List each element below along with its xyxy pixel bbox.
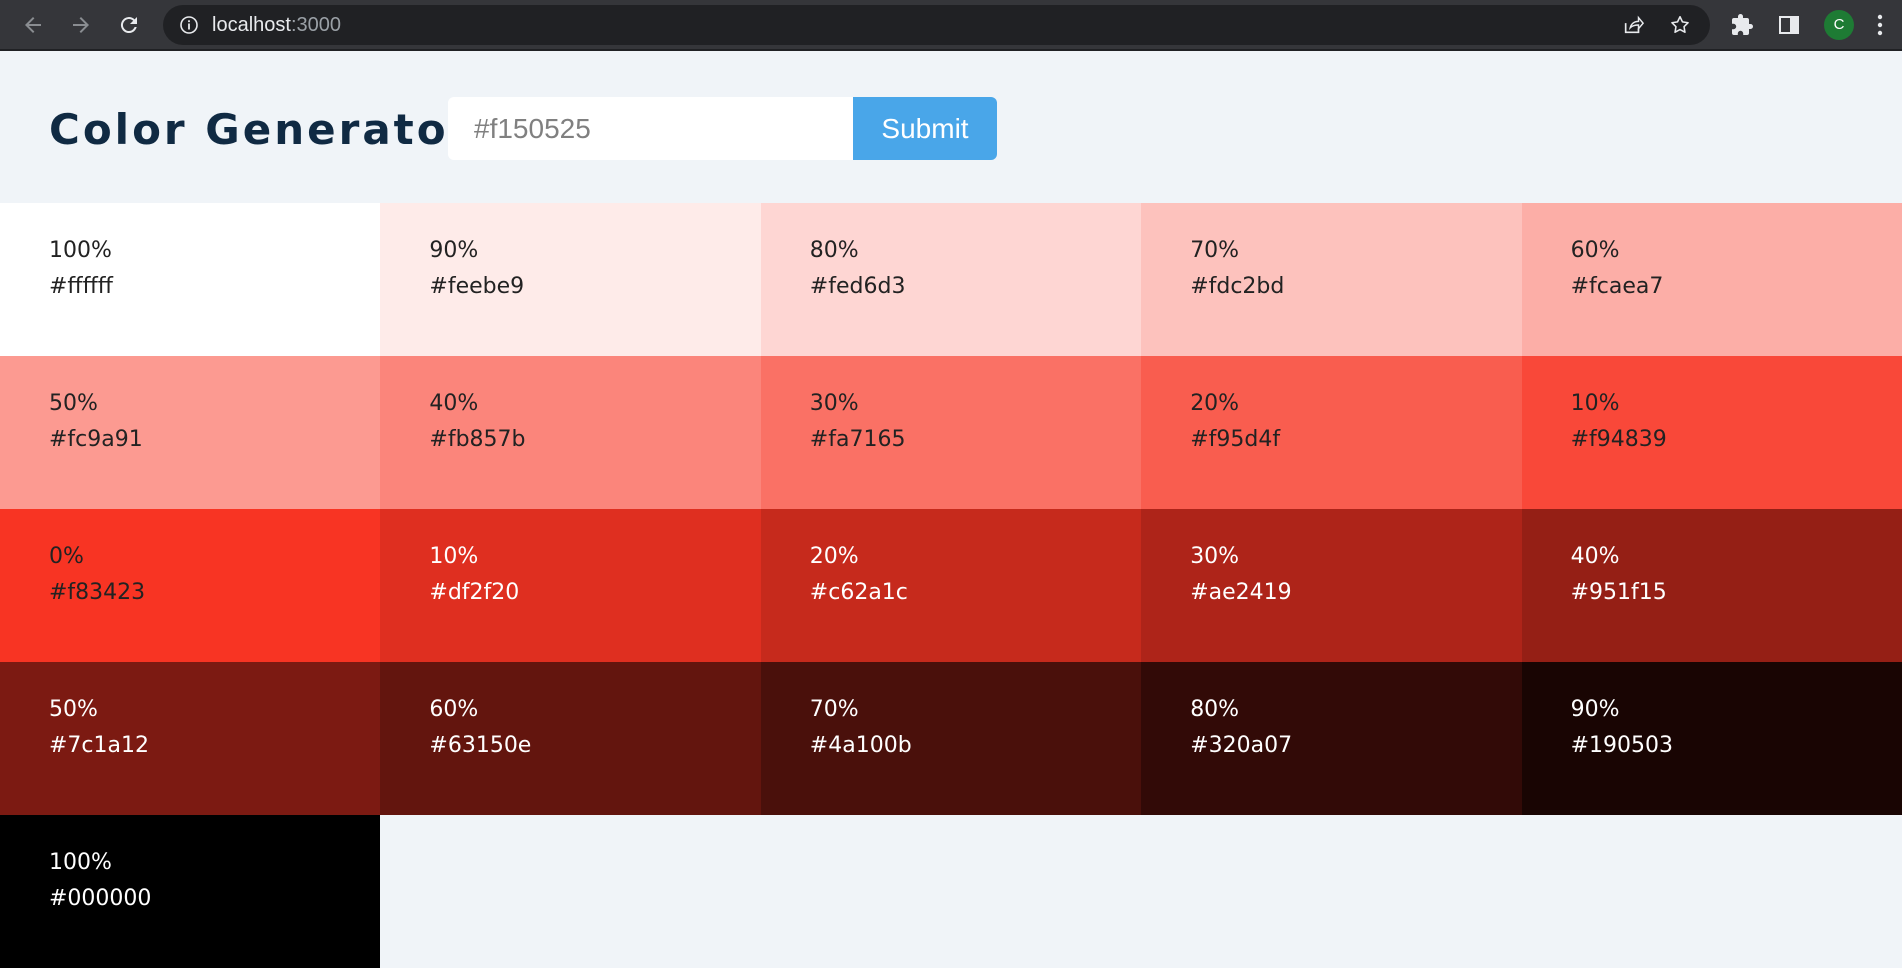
color-swatch[interactable]: 50% #7c1a12	[0, 662, 381, 815]
swatch-hex: #000000	[49, 886, 152, 911]
color-swatch[interactable]: 20% #f95d4f	[1141, 356, 1522, 509]
color-swatch[interactable]: 60% #63150e	[380, 662, 761, 815]
swatch-percent: 20%	[1190, 391, 1240, 416]
swatch-percent: 40%	[1570, 544, 1620, 569]
color-swatch[interactable]: 60% #fcaea7	[1521, 203, 1902, 356]
swatch-hex: #f83423	[49, 580, 146, 605]
swatch-hex: #f94839	[1570, 427, 1667, 452]
profile-avatar[interactable]: C	[1824, 10, 1854, 40]
forward-icon[interactable]	[66, 10, 96, 40]
swatch-hex: #320a07	[1190, 733, 1293, 758]
swatch-percent: 100%	[49, 850, 112, 875]
swatch-hex: #7c1a12	[49, 733, 149, 758]
swatch-percent: 0%	[49, 544, 84, 569]
swatch-hex: #fc9a91	[49, 427, 143, 452]
site-info-icon[interactable]	[177, 13, 201, 37]
address-bar[interactable]: localhost:3000	[163, 5, 1710, 45]
color-swatch[interactable]: 10% #df2f20	[380, 509, 761, 662]
swatch-hex: #fdc2bd	[1190, 274, 1285, 299]
swatch-percent: 50%	[49, 391, 98, 416]
color-swatch[interactable]: 70% #fdc2bd	[1141, 203, 1522, 356]
swatch-percent: 100%	[49, 238, 112, 263]
color-swatch[interactable]: 80% #320a07	[1141, 662, 1522, 815]
swatch-hex: #4a100b	[809, 733, 912, 758]
swatch-percent: 10%	[1570, 391, 1620, 416]
color-swatch[interactable]: 40% #951f15	[1521, 509, 1902, 662]
swatch-percent: 90%	[429, 238, 479, 263]
swatch-percent: 60%	[429, 697, 479, 722]
swatch-hex: #190503	[1570, 733, 1674, 758]
swatch-hex: #fcaea7	[1570, 274, 1664, 299]
swatch-hex: #fb857b	[429, 427, 526, 452]
swatch-percent: 90%	[1570, 697, 1620, 722]
swatch-hex: #df2f20	[429, 580, 520, 605]
swatch-percent: 60%	[1570, 238, 1620, 263]
swatch-hex: #63150e	[429, 733, 532, 758]
color-swatch[interactable]: 10% #f94839	[1521, 356, 1902, 509]
swatch-percent: 50%	[49, 697, 98, 722]
color-swatch-grid: 100% #ffffff 90% #feebe9 80% #fed6d3 70% #fdc2b…	[0, 203, 1902, 968]
color-swatch[interactable]: 90% #feebe9	[380, 203, 761, 356]
color-swatch[interactable]: 30% #fa7165	[760, 356, 1142, 509]
swatch-percent: 70%	[809, 697, 859, 722]
back-icon[interactable]	[18, 10, 48, 40]
swatch-percent: 30%	[809, 391, 859, 416]
share-icon[interactable]	[1621, 13, 1645, 37]
swatch-percent: 30%	[1190, 544, 1240, 569]
color-swatch[interactable]: 50% #fc9a91	[0, 356, 381, 509]
color-swatch[interactable]: 30% #ae2419	[1141, 509, 1522, 662]
color-swatch[interactable]: 20% #c62a1c	[760, 509, 1142, 662]
more-menu-icon[interactable]	[1872, 12, 1888, 38]
swatch-percent: 70%	[1190, 238, 1240, 263]
url-host: localhost	[212, 14, 291, 36]
url-port: :3000	[290, 14, 341, 36]
color-swatch[interactable]: 80% #fed6d3	[760, 203, 1142, 356]
swatch-percent: 40%	[429, 391, 479, 416]
color-swatch[interactable]: 90% #190503	[1521, 662, 1902, 815]
color-swatch[interactable]: 100% #000000	[0, 815, 381, 968]
color-swatch[interactable]: 40% #fb857b	[380, 356, 761, 509]
color-swatch[interactable]: 70% #4a100b	[760, 662, 1142, 815]
color-input[interactable]	[448, 97, 853, 160]
color-swatch[interactable]: 100% #ffffff	[0, 203, 381, 356]
swatch-hex: #feebe9	[429, 274, 525, 299]
swatch-percent: 10%	[429, 544, 479, 569]
swatch-percent: 80%	[809, 238, 859, 263]
page-title: Color Generator	[49, 105, 473, 154]
url-text: localhost:3000	[212, 5, 341, 45]
swatch-hex: #ae2419	[1190, 580, 1292, 605]
swatch-hex: #ffffff	[49, 274, 113, 299]
side-panel-icon[interactable]	[1776, 12, 1802, 38]
extensions-icon[interactable]	[1729, 12, 1755, 38]
swatch-hex: #951f15	[1570, 580, 1667, 605]
swatch-hex: #fa7165	[809, 427, 906, 452]
color-swatch[interactable]: 0% #f83423	[0, 509, 381, 662]
swatch-percent: 80%	[1190, 697, 1240, 722]
browser-toolbar: localhost:3000 C	[0, 0, 1902, 51]
swatch-percent: 20%	[809, 544, 859, 569]
reload-icon[interactable]	[114, 10, 144, 40]
swatch-hex: #fed6d3	[809, 274, 906, 299]
swatch-hex: #c62a1c	[809, 580, 908, 605]
swatch-hex: #f95d4f	[1190, 427, 1281, 452]
bookmark-star-icon[interactable]	[1668, 13, 1692, 37]
submit-button[interactable]: Submit	[853, 97, 997, 160]
